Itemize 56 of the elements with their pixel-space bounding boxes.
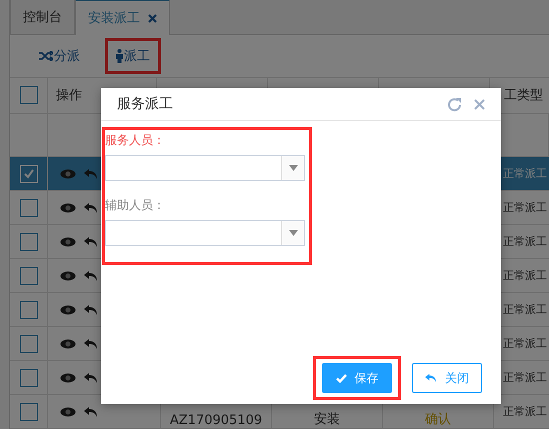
eye-icon[interactable] (60, 236, 76, 247)
table-cell-text: 确认 (425, 411, 451, 428)
tab[interactable]: 安装派工 (75, 0, 170, 35)
toolbar-button[interactable]: 分派 (28, 38, 91, 74)
table-cell: 正常派工 (503, 166, 547, 182)
eye-icon[interactable] (60, 202, 76, 213)
table-cell: 正常派工 (503, 200, 547, 216)
select-field[interactable] (105, 155, 305, 181)
shuffle-icon (39, 50, 53, 61)
checkbox[interactable] (20, 402, 38, 421)
caret-icon (288, 165, 298, 171)
checkbox[interactable] (20, 300, 38, 319)
table-cell: 正常派工 (503, 336, 547, 352)
dialog-title: 服务派工 (117, 95, 174, 113)
eye-icon[interactable] (60, 406, 76, 417)
close-button[interactable]: 关闭 (412, 363, 482, 393)
caret-icon (288, 230, 298, 236)
table-cell: 正常派工 (503, 234, 547, 250)
table-cell: 正常派工 (503, 302, 547, 318)
checkbox[interactable] (20, 368, 38, 387)
table-cell: AZ170905109 (170, 413, 262, 428)
reply-icon[interactable] (84, 406, 98, 418)
table-cell: 正常派工 (503, 268, 547, 284)
eye-icon[interactable] (60, 338, 76, 349)
eye-icon[interactable] (60, 304, 76, 315)
checkbox[interactable] (20, 198, 38, 217)
reply-icon[interactable] (84, 202, 98, 214)
eye-icon[interactable] (60, 270, 76, 281)
checkbox[interactable] (20, 334, 38, 353)
column-header: 工类型 (504, 87, 543, 104)
table-cell-text: 安装 (314, 411, 340, 428)
reply-icon[interactable] (84, 304, 98, 316)
eye-icon[interactable] (60, 372, 76, 383)
reply-icon[interactable] (84, 236, 98, 248)
table-cell: 正常派工 (503, 370, 547, 386)
field-label: 辅助人员： (105, 197, 166, 214)
toolbar-button[interactable]: 派工 (105, 38, 161, 74)
person-icon (116, 48, 123, 63)
checkbox[interactable] (20, 232, 38, 251)
field-label: 服务人员： (105, 132, 166, 149)
close-icon[interactable] (474, 98, 485, 110)
refresh-icon[interactable] (447, 96, 462, 112)
select-field[interactable] (105, 220, 305, 246)
reply-icon (425, 373, 437, 383)
reply-icon[interactable] (84, 372, 98, 384)
column-header: 操作 (56, 87, 82, 104)
check-icon (22, 168, 34, 180)
reply-icon[interactable] (84, 270, 98, 282)
checkbox[interactable] (20, 266, 38, 285)
close-icon[interactable] (148, 14, 157, 22)
save-button[interactable]: 保存 (322, 363, 392, 393)
reply-icon[interactable] (84, 338, 98, 350)
checkbox[interactable] (20, 86, 38, 104)
tab[interactable]: 控制台 (10, 0, 75, 34)
table-cell: 正常派工 (503, 404, 547, 420)
check-icon (336, 374, 346, 382)
